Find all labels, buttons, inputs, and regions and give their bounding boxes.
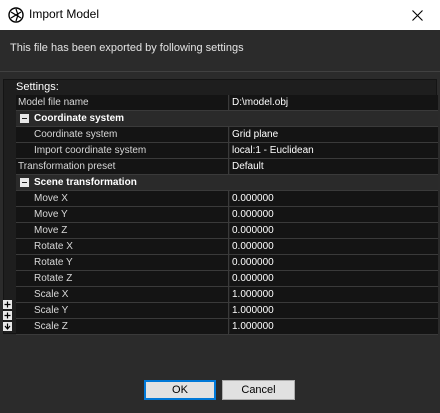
property-name: Rotate X <box>16 239 229 254</box>
ok-button[interactable]: OK <box>144 380 216 400</box>
close-button[interactable] <box>394 0 440 30</box>
property-value[interactable]: 0.000000 <box>230 255 438 270</box>
settings-property-grid[interactable]: Settings: Model file name D:\model.obj C… <box>3 79 438 335</box>
property-row-transformation-preset[interactable]: Transformation preset Default <box>16 159 438 175</box>
property-value[interactable]: 1.000000 <box>230 287 438 302</box>
property-row-coordinate-system[interactable]: Coordinate system Grid plane <box>16 127 438 143</box>
property-row-rotate-y[interactable]: Rotate Y 0.000000 <box>16 255 438 271</box>
property-row-import-coordinate-system[interactable]: Import coordinate system local:1 - Eucli… <box>16 143 438 159</box>
property-value[interactable]: D:\model.obj <box>230 95 438 110</box>
cancel-button[interactable]: Cancel <box>222 380 295 400</box>
property-name: Coordinate system <box>16 127 229 142</box>
property-value[interactable]: 1.000000 <box>230 303 438 318</box>
property-row-rotate-x[interactable]: Rotate X 0.000000 <box>16 239 438 255</box>
property-name: Rotate Z <box>16 271 229 286</box>
property-name: Move X <box>16 191 229 206</box>
property-row-rotate-z[interactable]: Rotate Z 0.000000 <box>16 271 438 287</box>
property-name: Rotate Y <box>16 255 229 270</box>
arrow-down-icon[interactable] <box>3 322 12 331</box>
property-value[interactable]: local:1 - Euclidean <box>230 143 438 158</box>
property-name: Model file name <box>16 95 229 110</box>
property-name: Import coordinate system <box>16 143 229 158</box>
property-value[interactable]: Default <box>230 159 438 174</box>
title-bar: Import Model <box>0 0 440 30</box>
property-name: Scale Z <box>16 319 229 334</box>
property-row-scale-y[interactable]: Scale Y 1.000000 <box>16 303 438 319</box>
app-logo-icon <box>8 7 24 23</box>
property-row-move-x[interactable]: Move X 0.000000 <box>16 191 438 207</box>
property-value[interactable]: 0.000000 <box>230 271 438 286</box>
property-row-scale-z[interactable]: Scale Z 1.000000 <box>16 319 438 335</box>
group-label: Scene transformation <box>34 177 137 188</box>
property-row-move-z[interactable]: Move Z 0.000000 <box>16 223 438 239</box>
property-value[interactable]: 1.000000 <box>230 319 438 334</box>
group-label: Coordinate system <box>34 113 125 124</box>
window-title: Import Model <box>29 7 100 21</box>
property-name: Move Z <box>16 223 229 238</box>
expand-row-icon[interactable] <box>3 311 12 320</box>
property-name: Scale Y <box>16 303 229 318</box>
close-icon <box>411 9 423 21</box>
property-value[interactable]: 0.000000 <box>230 239 438 254</box>
property-row-scale-x[interactable]: Scale X 1.000000 <box>16 287 438 303</box>
property-value[interactable]: Grid plane <box>230 127 438 142</box>
property-name: Transformation preset <box>16 159 229 174</box>
info-text: This file has been exported by following… <box>10 42 244 54</box>
group-coordinate-system[interactable]: Coordinate system <box>16 111 438 127</box>
expand-all-icon[interactable] <box>3 300 12 309</box>
property-value[interactable]: 0.000000 <box>230 223 438 238</box>
settings-header: Settings: <box>16 81 59 93</box>
divider <box>0 71 440 72</box>
property-row-model-file-name[interactable]: Model file name D:\model.obj <box>16 95 438 111</box>
property-row-move-y[interactable]: Move Y 0.000000 <box>16 207 438 223</box>
group-scene-transformation[interactable]: Scene transformation <box>16 175 438 191</box>
collapse-icon[interactable] <box>20 114 29 123</box>
property-value[interactable]: 0.000000 <box>230 207 438 222</box>
collapse-icon[interactable] <box>20 178 29 187</box>
property-name: Scale X <box>16 287 229 302</box>
property-value[interactable]: 0.000000 <box>230 191 438 206</box>
property-name: Move Y <box>16 207 229 222</box>
